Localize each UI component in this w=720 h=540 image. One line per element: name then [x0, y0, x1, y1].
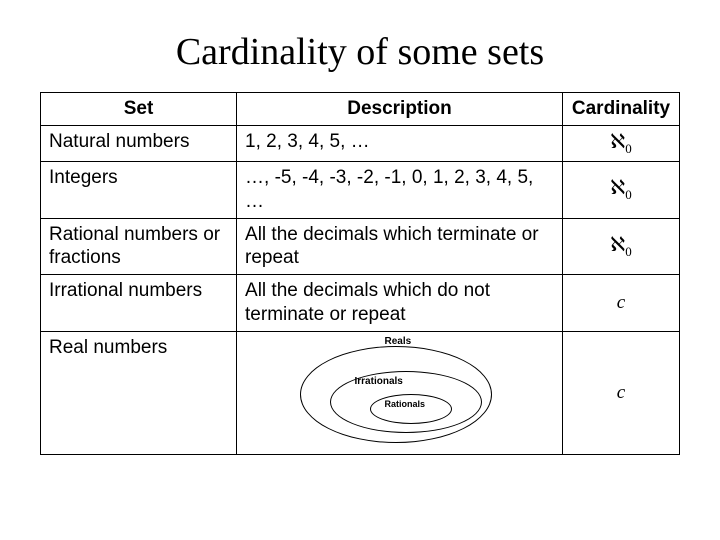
header-card: Cardinality: [563, 93, 680, 126]
aleph-sub: 0: [625, 244, 632, 259]
header-desc: Description: [237, 93, 563, 126]
cardinality-table: Set Description Cardinality Natural numb…: [40, 92, 680, 455]
c-symbol: c: [617, 382, 625, 403]
aleph-sub: 0: [625, 141, 632, 156]
cell-card: c: [563, 331, 680, 454]
aleph-symbol: ℵ: [610, 177, 625, 199]
label-irrationals: Irrationals: [355, 376, 403, 389]
table-row: Irrational numbers All the decimals whic…: [41, 275, 680, 332]
cell-card: ℵ0: [563, 125, 680, 161]
table-row: Integers …, -5, -4, -3, -2, -1, 0, 1, 2,…: [41, 162, 680, 219]
cell-desc: …, -5, -4, -3, -2, -1, 0, 1, 2, 3, 4, 5,…: [237, 162, 563, 219]
aleph-sub: 0: [625, 187, 632, 202]
cell-desc: 1, 2, 3, 4, 5, …: [237, 125, 563, 161]
cell-desc: All the decimals which terminate or repe…: [237, 218, 563, 275]
venn-diagram: Reals Irrationals Rationals: [300, 336, 500, 446]
cell-card: ℵ0: [563, 162, 680, 219]
table-header-row: Set Description Cardinality: [41, 93, 680, 126]
c-symbol: c: [617, 292, 625, 313]
aleph-symbol: ℵ: [610, 234, 625, 256]
cell-set: Integers: [41, 162, 237, 219]
label-rationals: Rationals: [385, 399, 426, 410]
aleph-symbol: ℵ: [610, 131, 625, 153]
cell-desc: All the decimals which do not terminate …: [237, 275, 563, 332]
cell-desc: Reals Irrationals Rationals: [237, 331, 563, 454]
table-row: Real numbers Reals Irrationals Rationals…: [41, 331, 680, 454]
slide-title: Cardinality of some sets: [40, 30, 680, 74]
cell-card: ℵ0: [563, 218, 680, 275]
table-row: Natural numbers 1, 2, 3, 4, 5, … ℵ0: [41, 125, 680, 161]
table-row: Rational numbers or fractions All the de…: [41, 218, 680, 275]
cell-set: Natural numbers: [41, 125, 237, 161]
cell-set: Rational numbers or fractions: [41, 218, 237, 275]
cell-set: Real numbers: [41, 331, 237, 454]
header-set: Set: [41, 93, 237, 126]
cell-set: Irrational numbers: [41, 275, 237, 332]
cell-card: c: [563, 275, 680, 332]
